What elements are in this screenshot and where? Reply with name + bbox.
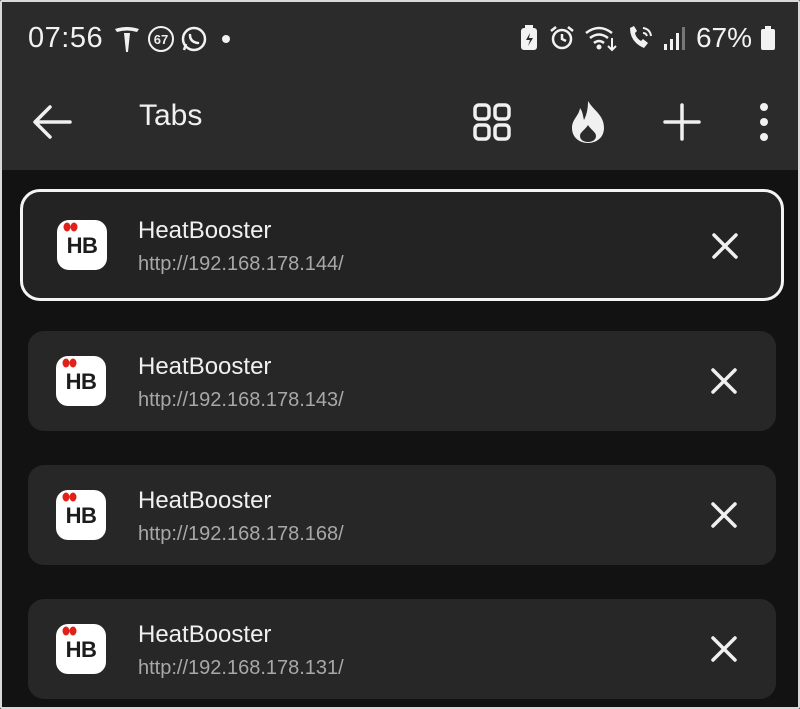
close-icon (711, 368, 737, 394)
tab-item-selected[interactable]: HB HeatBooster http://192.168.178.144/ (20, 189, 784, 301)
close-tab-button[interactable] (698, 623, 750, 675)
whatsapp-icon (181, 26, 207, 52)
battery-saver-icon (520, 25, 537, 50)
app-bar: Tabs (0, 82, 800, 170)
favicon-text: HB (65, 503, 97, 528)
grid-view-button[interactable] (464, 94, 520, 150)
tab-item[interactable]: HB HeatBooster http://192.168.178.131/ (28, 599, 776, 699)
back-arrow-icon (33, 105, 72, 139)
tab-item[interactable]: HB HeatBooster http://192.168.178.168/ (28, 465, 776, 565)
favicon-icon: HB (56, 490, 106, 540)
plus-icon (663, 103, 701, 141)
tab-url: http://192.168.178.131/ (138, 657, 344, 679)
volte-icon (629, 26, 652, 48)
tab-title: HeatBooster (138, 621, 272, 648)
tab-title: HeatBooster (138, 217, 272, 244)
close-tab-button[interactable] (698, 489, 750, 541)
signal-icon (663, 27, 685, 50)
more-vert-icon (760, 103, 768, 141)
back-button[interactable] (24, 94, 80, 150)
more-notifications-dot (222, 35, 230, 43)
favicon-icon: HB (56, 356, 106, 406)
page-title: Tabs (139, 99, 203, 132)
new-tab-button[interactable] (654, 94, 710, 150)
more-options-button[interactable] (736, 94, 792, 150)
status-right-icons: 67% (518, 22, 776, 54)
tab-url: http://192.168.178.144/ (138, 253, 344, 275)
tab-url: http://192.168.178.143/ (138, 389, 344, 411)
battery-percent: 67% (695, 22, 752, 53)
favicon-icon: HB (57, 220, 107, 270)
flame-icon (572, 101, 604, 143)
close-icon (711, 502, 737, 528)
alarm-icon (550, 26, 574, 50)
status-left-icons: 67 (112, 24, 230, 54)
heat-drops-icon (62, 358, 77, 368)
tab-list: HB HeatBooster http://192.168.178.144/ H… (0, 170, 800, 709)
favicon-icon: HB (56, 624, 106, 674)
favicon-text: HB (66, 233, 98, 258)
status-bar: 07:56 67 67% (0, 0, 800, 82)
tab-title: HeatBooster (138, 487, 272, 514)
wifi-calling-icon (585, 26, 617, 52)
tesla-icon (115, 27, 139, 52)
close-icon (711, 636, 737, 662)
close-tab-button[interactable] (698, 355, 750, 407)
heat-drops-icon (62, 492, 77, 502)
close-tab-button[interactable] (699, 220, 751, 272)
status-time: 07:56 (28, 22, 104, 54)
tab-title: HeatBooster (138, 353, 272, 380)
heat-drops-icon (62, 626, 77, 636)
heat-drops-icon (63, 222, 78, 232)
tab-item[interactable]: HB HeatBooster http://192.168.178.143/ (28, 331, 776, 431)
close-all-button[interactable] (560, 94, 616, 150)
favicon-text: HB (65, 637, 97, 662)
favicon-text: HB (65, 369, 97, 394)
grid-view-icon (473, 103, 511, 141)
tab-url: http://192.168.178.168/ (138, 523, 344, 545)
close-icon (712, 233, 738, 259)
notification-count-icon: 67 (148, 26, 174, 52)
battery-icon (761, 26, 775, 50)
